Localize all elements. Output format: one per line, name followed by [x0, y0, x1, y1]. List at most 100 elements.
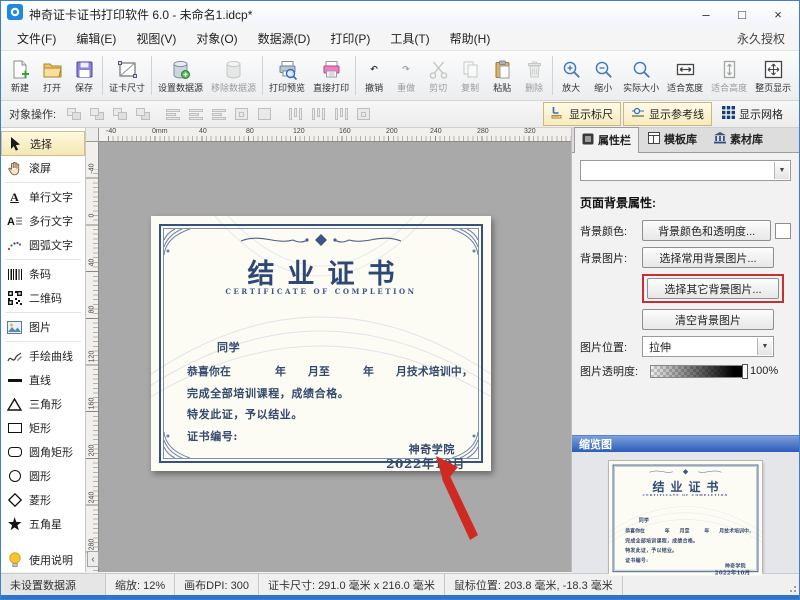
- tool-rectangle[interactable]: 矩形: [1, 416, 85, 440]
- zoom-out-button[interactable]: 缩小: [587, 52, 619, 99]
- cut-button[interactable]: 剪切: [422, 52, 454, 99]
- tool-qrcode[interactable]: 二维码: [1, 286, 85, 310]
- properties-panel: 属性栏 模板库 素材库 ▼ 页面背景属性: 背景颜色: 背景颜色和透明度... …: [571, 128, 799, 572]
- align-left-icon[interactable]: [164, 106, 183, 123]
- choose-common-bg-button[interactable]: 选择常用背景图片...: [642, 247, 774, 268]
- tool-circle[interactable]: 圆形: [1, 464, 85, 488]
- menu-object[interactable]: 对象(O): [186, 27, 247, 50]
- copy-icon: [460, 58, 481, 81]
- zoom-out-icon: [593, 58, 614, 81]
- image-position-label: 图片位置:: [580, 339, 638, 355]
- fit-height-button[interactable]: 适合高度: [707, 52, 751, 99]
- tool-pan[interactable]: 滚屏: [1, 156, 85, 180]
- help-button[interactable]: 使用说明: [1, 548, 85, 572]
- clear-bg-button[interactable]: 清空背景图片: [642, 309, 774, 330]
- tool-image[interactable]: 图片: [1, 315, 85, 339]
- save-button[interactable]: 保存: [68, 52, 100, 99]
- certificate-page[interactable]: 结业证书 CERTIFICATE OF COMPLETION 同学 恭喜你在 年…: [151, 216, 491, 471]
- menu-edit[interactable]: 编辑(E): [66, 27, 126, 50]
- tool-select[interactable]: 选择: [1, 131, 85, 156]
- tool-rounded-rectangle[interactable]: 圆角矩形: [1, 440, 85, 464]
- ungroup-icon[interactable]: [256, 106, 275, 123]
- certificate-thumbnail[interactable]: 结业证书 CERTIFICATE OF COMPLETION 同学 恭喜你在 年…: [609, 461, 762, 576]
- menu-tools[interactable]: 工具(T): [380, 27, 439, 50]
- resize-grip[interactable]: [789, 585, 797, 593]
- barcode-icon: [6, 269, 23, 280]
- tool-barcode[interactable]: 条码: [1, 262, 85, 286]
- same-size-icon[interactable]: [355, 106, 374, 123]
- certificate-body-line: 恭喜你在 年 月至 年 月技术培训中，: [187, 363, 473, 379]
- open-button[interactable]: 打开: [36, 52, 68, 99]
- status-mouse-position: 鼠标位置: 203.8 毫米, -18.3 毫米: [445, 574, 623, 595]
- tool-line[interactable]: 直线: [1, 368, 85, 392]
- align-right-icon[interactable]: [210, 106, 229, 123]
- collapse-toolbox-button[interactable]: ‹: [87, 551, 99, 567]
- card-size-button[interactable]: 证卡尺寸: [105, 52, 149, 99]
- grid-icon: [722, 106, 735, 122]
- show-ruler-toggle[interactable]: 显示标尺: [543, 102, 621, 126]
- multiline-text-icon: A: [6, 214, 23, 229]
- menu-file[interactable]: 文件(F): [7, 27, 66, 50]
- direct-print-button[interactable]: 直接打印: [309, 52, 353, 99]
- application-window: 神奇证卡证书打印软件 6.0 - 未命名1.idcp* – □ × 文件(F) …: [0, 0, 800, 600]
- tool-multi-line-text[interactable]: A多行文字: [1, 209, 85, 233]
- delete-button[interactable]: 删除: [518, 52, 550, 99]
- align-center-icon[interactable]: [187, 106, 206, 123]
- title-bar: 神奇证卡证书打印软件 6.0 - 未命名1.idcp* – □ ×: [1, 1, 799, 27]
- object-selector-dropdown[interactable]: ▼: [580, 160, 791, 181]
- align-middle-icon[interactable]: [309, 106, 328, 123]
- undo-button[interactable]: ↶撤销: [358, 52, 390, 99]
- tool-freehand-curve[interactable]: 手绘曲线: [1, 344, 85, 368]
- redo-button[interactable]: ↷重做: [390, 52, 422, 99]
- canvas-area[interactable]: -40 0mm 40 80 120 160 200 240 280 320 -4…: [86, 128, 571, 572]
- bg-color-swatch[interactable]: [775, 223, 791, 239]
- circle-icon: [6, 470, 23, 482]
- tool-star[interactable]: 五角星: [1, 512, 85, 536]
- menu-help[interactable]: 帮助(H): [440, 27, 501, 50]
- align-bottom-icon[interactable]: [332, 106, 351, 123]
- new-button[interactable]: 新建: [4, 52, 36, 99]
- bg-color-button[interactable]: 背景颜色和透明度...: [642, 220, 771, 241]
- show-guides-toggle[interactable]: 显示参考线: [623, 102, 712, 126]
- image-position-select[interactable]: 拉伸▼: [642, 336, 774, 357]
- align-top-icon[interactable]: [286, 106, 305, 123]
- set-datasource-button[interactable]: 设置数据源: [154, 52, 207, 99]
- bring-forward-icon[interactable]: [111, 106, 130, 123]
- opacity-slider-handle[interactable]: [742, 364, 748, 379]
- open-folder-icon: [42, 58, 63, 81]
- menu-view[interactable]: 视图(V): [126, 27, 186, 50]
- minimize-button[interactable]: –: [691, 4, 721, 24]
- remove-datasource-button[interactable]: 移除数据源: [207, 52, 260, 99]
- tool-arc-text[interactable]: 圆弧文字: [1, 233, 85, 257]
- tool-single-line-text[interactable]: A单行文字: [1, 185, 85, 209]
- bring-to-front-icon[interactable]: [65, 106, 84, 123]
- choose-other-bg-button[interactable]: 选择其它背景图片...: [647, 278, 779, 299]
- show-grid-toggle[interactable]: 显示网格: [714, 102, 791, 126]
- paste-button[interactable]: 粘贴: [486, 52, 518, 99]
- guides-icon: [631, 106, 645, 122]
- tool-diamond[interactable]: 菱形: [1, 488, 85, 512]
- print-preview-button[interactable]: 打印预览: [265, 52, 309, 99]
- opacity-slider[interactable]: [650, 365, 746, 378]
- menu-print[interactable]: 打印(P): [320, 27, 380, 50]
- zoom-in-button[interactable]: 放大: [555, 52, 587, 99]
- close-button[interactable]: ×: [763, 4, 793, 24]
- fit-page-button[interactable]: 整页显示: [751, 52, 795, 99]
- actual-size-button[interactable]: 实际大小: [619, 52, 663, 99]
- print-preview-icon: [277, 58, 298, 81]
- group-icon[interactable]: [233, 106, 252, 123]
- certificate-body-line: 完成全部培训课程，成绩合格。: [187, 385, 349, 401]
- tool-triangle[interactable]: 三角形: [1, 392, 85, 416]
- tab-templates[interactable]: 模板库: [640, 126, 705, 152]
- maximize-button[interactable]: □: [727, 4, 757, 24]
- tab-properties[interactable]: 属性栏: [574, 127, 639, 153]
- image-icon: [6, 321, 23, 334]
- copy-button[interactable]: 复制: [454, 52, 486, 99]
- certificate-salutation: 同学: [217, 339, 240, 355]
- status-zoom: 缩放: 12%: [106, 574, 175, 595]
- menu-datasource[interactable]: 数据源(D): [248, 27, 321, 50]
- fit-width-button[interactable]: 适合宽度: [663, 52, 707, 99]
- send-to-back-icon[interactable]: [88, 106, 107, 123]
- tab-materials[interactable]: 素材库: [706, 126, 771, 152]
- send-backward-icon[interactable]: [134, 106, 153, 123]
